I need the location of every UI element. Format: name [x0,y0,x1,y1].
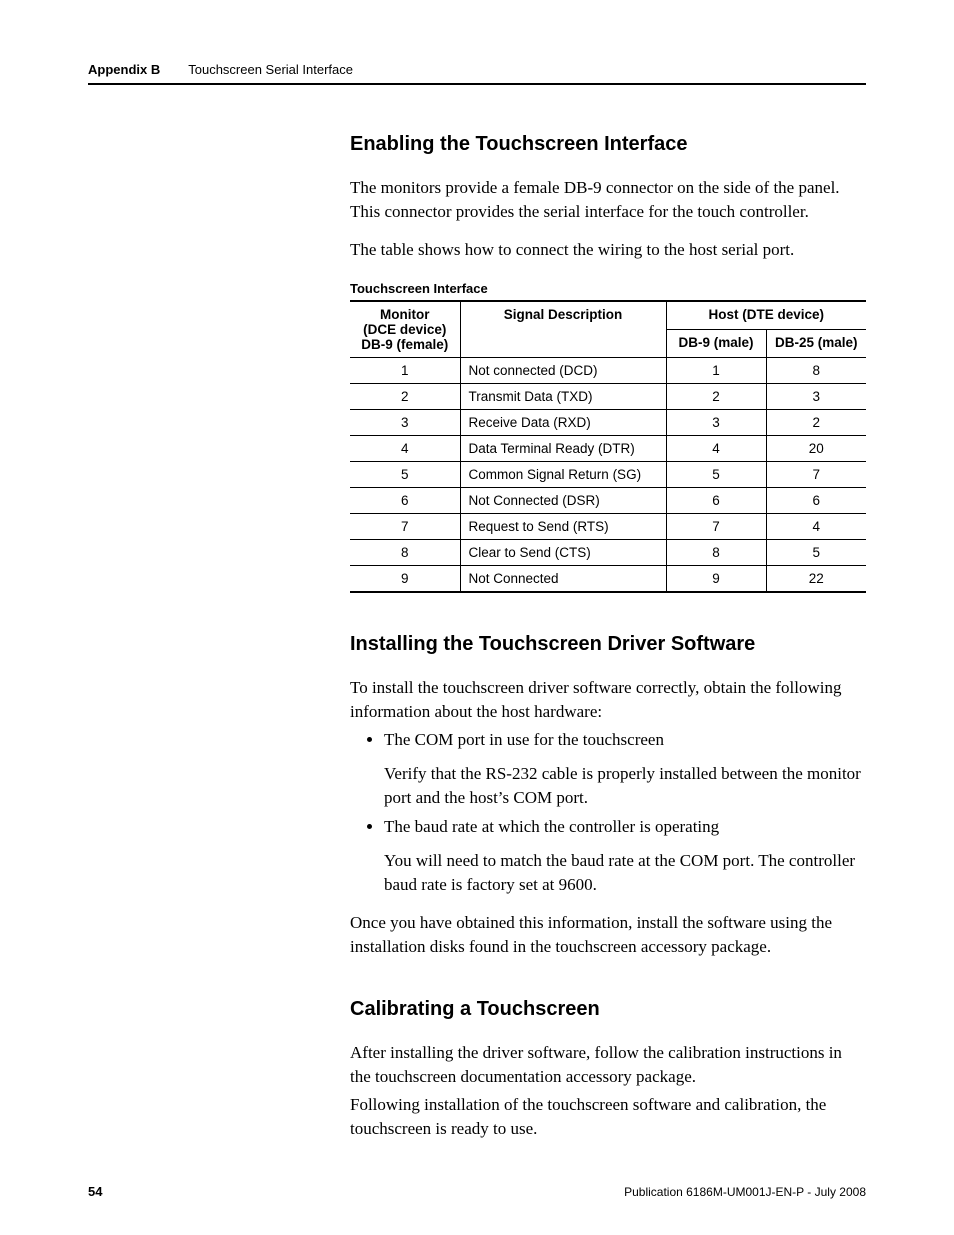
cell-monitor: 6 [350,488,460,514]
cell-monitor: 8 [350,540,460,566]
heading-calibrating: Calibrating a Touchscreen [350,998,866,1021]
table-row: 2Transmit Data (TXD)23 [350,384,866,410]
cell-signal: Receive Data (RXD) [460,410,666,436]
cell-monitor: 2 [350,384,460,410]
cell-db25: 3 [766,384,866,410]
para: Following installation of the touchscree… [350,1093,866,1141]
th-monitor: Monitor (DCE device) DB-9 (female) [350,301,460,358]
list-item: The baud rate at which the controller is… [384,815,866,896]
cell-monitor: 9 [350,566,460,593]
para: After installing the driver software, fo… [350,1041,866,1089]
th-monitor-l3: DB-9 (female) [361,337,448,352]
cell-db25: 8 [766,358,866,384]
table-row: 8Clear to Send (CTS)85 [350,540,866,566]
cell-db25: 22 [766,566,866,593]
cell-db9: 4 [666,436,766,462]
para: To install the touchscreen driver softwa… [350,676,866,724]
touchscreen-interface-table: Monitor (DCE device) DB-9 (female) Signa… [350,300,866,593]
cell-db9: 9 [666,566,766,593]
header-rule [88,83,866,85]
footer: 54 Publication 6186M-UM001J-EN-P - July … [88,1184,866,1199]
para: The monitors provide a female DB-9 conne… [350,176,866,224]
cell-monitor: 1 [350,358,460,384]
cell-db9: 2 [666,384,766,410]
th-signal: Signal Description [460,301,666,358]
page: Appendix B Touchscreen Serial Interface … [0,0,954,1235]
cell-signal: Not Connected [460,566,666,593]
cell-signal: Not Connected (DSR) [460,488,666,514]
cell-db25: 2 [766,410,866,436]
th-db25: DB-25 (male) [766,330,866,358]
page-number: 54 [88,1184,102,1199]
th-monitor-l1: Monitor [380,307,430,322]
cell-db9: 6 [666,488,766,514]
cell-signal: Data Terminal Ready (DTR) [460,436,666,462]
cell-signal: Not connected (DCD) [460,358,666,384]
bullet-subpara: You will need to match the baud rate at … [384,849,866,897]
table-row: 7Request to Send (RTS)74 [350,514,866,540]
cell-signal: Transmit Data (TXD) [460,384,666,410]
bullet-subpara: Verify that the RS-232 cable is properly… [384,762,866,810]
content-column: Enabling the Touchscreen Interface The m… [350,133,866,1141]
cell-db25: 20 [766,436,866,462]
chapter-title: Touchscreen Serial Interface [188,62,353,77]
list-item: The COM port in use for the touchscreen V… [384,728,866,809]
th-db9: DB-9 (male) [666,330,766,358]
cell-monitor: 5 [350,462,460,488]
running-header: Appendix B Touchscreen Serial Interface [88,62,866,77]
heading-enabling: Enabling the Touchscreen Interface [350,133,866,156]
bullet-lead: The baud rate at which the controller is… [384,817,719,836]
cell-db25: 5 [766,540,866,566]
table-row: 3Receive Data (RXD)32 [350,410,866,436]
table-row: 9Not Connected922 [350,566,866,593]
cell-db9: 5 [666,462,766,488]
table-title: Touchscreen Interface [350,281,866,296]
th-monitor-l2: (DCE device) [363,322,446,337]
cell-db9: 3 [666,410,766,436]
cell-signal: Common Signal Return (SG) [460,462,666,488]
publication-id: Publication 6186M-UM001J-EN-P - July 200… [624,1185,866,1199]
table-row: 4Data Terminal Ready (DTR)420 [350,436,866,462]
cell-db25: 6 [766,488,866,514]
cell-db25: 7 [766,462,866,488]
table-row: 5Common Signal Return (SG)57 [350,462,866,488]
cell-monitor: 3 [350,410,460,436]
cell-monitor: 7 [350,514,460,540]
cell-db25: 4 [766,514,866,540]
cell-db9: 1 [666,358,766,384]
cell-signal: Request to Send (RTS) [460,514,666,540]
appendix-label: Appendix B [88,62,160,77]
cell-monitor: 4 [350,436,460,462]
bullet-lead: The COM port in use for the touchscreen [384,730,664,749]
table-row: 1Not connected (DCD)18 [350,358,866,384]
bullet-list: The COM port in use for the touchscreen V… [350,728,866,897]
table-row: 6Not Connected (DSR)66 [350,488,866,514]
cell-db9: 8 [666,540,766,566]
cell-db9: 7 [666,514,766,540]
th-host: Host (DTE device) [666,301,866,330]
cell-signal: Clear to Send (CTS) [460,540,666,566]
para: The table shows how to connect the wirin… [350,238,866,262]
para: Once you have obtained this information,… [350,911,866,959]
heading-installing: Installing the Touchscreen Driver Softwa… [350,633,866,656]
